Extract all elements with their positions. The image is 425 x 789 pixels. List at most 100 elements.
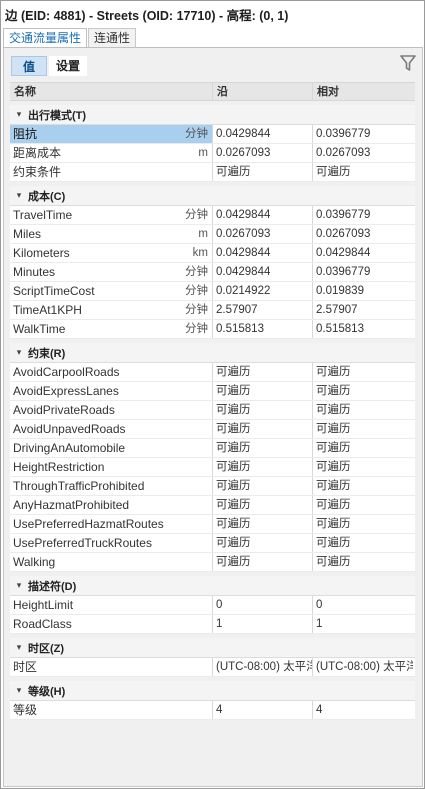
column-header-name[interactable]: 名称 — [10, 83, 213, 100]
against-value: (UTC-08:00) 太平洋时 — [316, 661, 413, 673]
column-header-against[interactable]: 相对 — [313, 83, 413, 100]
group-header[interactable]: ▾ 等级(H) — [10, 681, 415, 701]
attribute-row[interactable]: 时区 (UTC-08:00) 太平洋时(UTC-08:00) 太平洋时 — [10, 658, 415, 677]
attribute-row[interactable]: ScriptTimeCost 分钟 0.0214922 0.019839 — [10, 282, 415, 301]
attribute-row[interactable]: 约束条件 可遍历 可遍历 — [10, 163, 415, 182]
against-value: 可遍历 — [316, 385, 351, 397]
attribute-name: AnyHazmatProhibited — [13, 498, 130, 512]
attribute-row[interactable]: AvoidCarpoolRoads 可遍历 可遍历 — [10, 363, 415, 382]
group-header[interactable]: ▾ 时区(Z) — [10, 638, 415, 658]
tab-connectivity[interactable]: 连通性 — [88, 28, 137, 47]
attribute-row[interactable]: Kilometers km 0.0429844 0.0429844 — [10, 244, 415, 263]
group-header[interactable]: ▾ 成本(C) — [10, 186, 415, 206]
chevron-down-icon[interactable]: ▾ — [10, 642, 28, 653]
against-value: 可遍历 — [316, 480, 351, 492]
attribute-name-cell: UsePreferredHazmatRoutes — [10, 515, 213, 533]
group-header[interactable]: ▾ 出行模式(T) — [10, 105, 415, 125]
chevron-down-icon[interactable]: ▾ — [10, 109, 28, 120]
group-header[interactable]: ▾ 描述符(D) — [10, 576, 415, 596]
attribute-name: DrivingAnAutomobile — [13, 441, 126, 455]
against-value: 可遍历 — [316, 518, 351, 530]
attribute-name-cell: HeightRestriction — [10, 458, 213, 476]
attribute-name: UsePreferredTruckRoutes — [13, 536, 152, 550]
attribute-name-cell: Kilometers km — [10, 244, 213, 262]
against-value: 0.0267093 — [316, 228, 371, 240]
attribute-row[interactable]: 等级 4 4 — [10, 701, 415, 720]
attribute-name: 时区 — [13, 660, 38, 674]
attribute-name: UsePreferredHazmatRoutes — [13, 517, 164, 531]
tab-traffic-attributes[interactable]: 交通流量属性 — [3, 28, 88, 48]
grid-footer-spacer — [10, 720, 415, 730]
against-value: 0.0396779 — [316, 266, 371, 278]
attribute-name-cell: DrivingAnAutomobile — [10, 439, 213, 457]
attribute-row[interactable]: HeightLimit 0 0 — [10, 596, 415, 615]
attribute-name: TravelTime — [13, 208, 73, 222]
attribute-row[interactable]: RoadClass 1 1 — [10, 615, 415, 634]
tab-strip: 交通流量属性 连通性 — [3, 28, 137, 48]
grid-body: ▾ 出行模式(T) 阻抗 分钟 0.0429844 0.0396779 距离成本 m 0.026… — [10, 101, 415, 730]
attribute-name-cell: RoadClass — [10, 615, 213, 633]
group-header[interactable]: ▾ 约束(R) — [10, 343, 415, 363]
attribute-row[interactable]: TimeAt1KPH 分钟 2.57907 2.57907 — [10, 301, 415, 320]
attribute-row[interactable]: Walking 可遍历 可遍历 — [10, 553, 415, 572]
attribute-name-cell: 阻抗 分钟 — [10, 125, 213, 143]
chevron-down-icon[interactable]: ▾ — [10, 347, 28, 358]
along-value: 可遍历 — [213, 458, 313, 476]
attribute-name-cell: ThroughTrafficProhibited — [10, 477, 213, 495]
attribute-name: 阻抗 — [13, 127, 38, 141]
attribute-row[interactable]: AvoidExpressLanes 可遍历 可遍历 — [10, 382, 415, 401]
attribute-name-cell: AnyHazmatProhibited — [10, 496, 213, 514]
attribute-unit: m — [198, 147, 208, 159]
attribute-name-cell: AvoidCarpoolRoads — [10, 363, 213, 381]
column-header-along[interactable]: 沿 — [213, 83, 313, 100]
against-value: 4 — [316, 704, 323, 716]
chevron-down-icon[interactable]: ▾ — [10, 685, 28, 696]
attribute-row[interactable]: UsePreferredHazmatRoutes 可遍历 可遍历 — [10, 515, 415, 534]
attribute-name: TimeAt1KPH — [13, 303, 82, 317]
attribute-name-cell: WalkTime 分钟 — [10, 320, 213, 338]
attribute-row[interactable]: TravelTime 分钟 0.0429844 0.0396779 — [10, 206, 415, 225]
attribute-row[interactable]: AvoidPrivateRoads 可遍历 可遍历 — [10, 401, 415, 420]
along-value: 可遍历 — [213, 420, 313, 438]
attribute-row[interactable]: 距离成本 m 0.0267093 0.0267093 — [10, 144, 415, 163]
values-toggle-button[interactable]: 值 — [11, 56, 47, 76]
attribute-name-cell: 约束条件 — [10, 163, 213, 181]
chevron-down-icon[interactable]: ▾ — [10, 580, 28, 591]
attribute-name: HeightLimit — [13, 598, 74, 612]
attribute-row[interactable]: AvoidUnpavedRoads 可遍历 可遍历 — [10, 420, 415, 439]
against-value: 0.0396779 — [316, 128, 371, 140]
attribute-row[interactable]: WalkTime 分钟 0.515813 0.515813 — [10, 320, 415, 339]
attribute-row[interactable]: 阻抗 分钟 0.0429844 0.0396779 — [10, 125, 415, 144]
attribute-row[interactable]: ThroughTrafficProhibited 可遍历 可遍历 — [10, 477, 415, 496]
attribute-name: 等级 — [13, 703, 38, 717]
along-value: 可遍历 — [213, 553, 313, 571]
attribute-row[interactable]: Minutes 分钟 0.0429844 0.0396779 — [10, 263, 415, 282]
attribute-name-cell: Miles m — [10, 225, 213, 243]
attribute-row[interactable]: DrivingAnAutomobile 可遍历 可遍历 — [10, 439, 415, 458]
against-value: 1 — [316, 618, 323, 630]
chevron-down-icon[interactable]: ▾ — [10, 190, 28, 201]
attribute-name-cell: HeightLimit — [10, 596, 213, 614]
filter-icon[interactable] — [400, 54, 416, 72]
along-value: 0.0267093 — [213, 225, 313, 243]
attribute-row[interactable]: HeightRestriction 可遍历 可遍历 — [10, 458, 415, 477]
attribute-name-cell: ScriptTimeCost 分钟 — [10, 282, 213, 300]
along-value: 0.0429844 — [213, 206, 313, 224]
attribute-name-cell: 时区 — [10, 658, 213, 676]
along-value: 1 — [213, 615, 313, 633]
attribute-name-cell: 距离成本 m — [10, 144, 213, 162]
attribute-unit: 分钟 — [185, 304, 208, 316]
attribute-name: HeightRestriction — [13, 460, 105, 474]
against-value: 可遍历 — [316, 556, 351, 568]
along-value: 0.0429844 — [213, 125, 313, 143]
attribute-unit: 分钟 — [185, 209, 208, 221]
attribute-row[interactable]: Miles m 0.0267093 0.0267093 — [10, 225, 415, 244]
attribute-name: ScriptTimeCost — [13, 284, 95, 298]
against-value: 可遍历 — [316, 537, 351, 549]
settings-toggle-button[interactable]: 设置 — [49, 56, 87, 76]
group-title: 成本(C) — [28, 190, 66, 203]
attributes-window: 边 (EID: 4881) - Streets (OID: 17710) - 高… — [0, 0, 425, 789]
attribute-row[interactable]: UsePreferredTruckRoutes 可遍历 可遍历 — [10, 534, 415, 553]
along-value: 可遍历 — [213, 363, 313, 381]
attribute-row[interactable]: AnyHazmatProhibited 可遍历 可遍历 — [10, 496, 415, 515]
